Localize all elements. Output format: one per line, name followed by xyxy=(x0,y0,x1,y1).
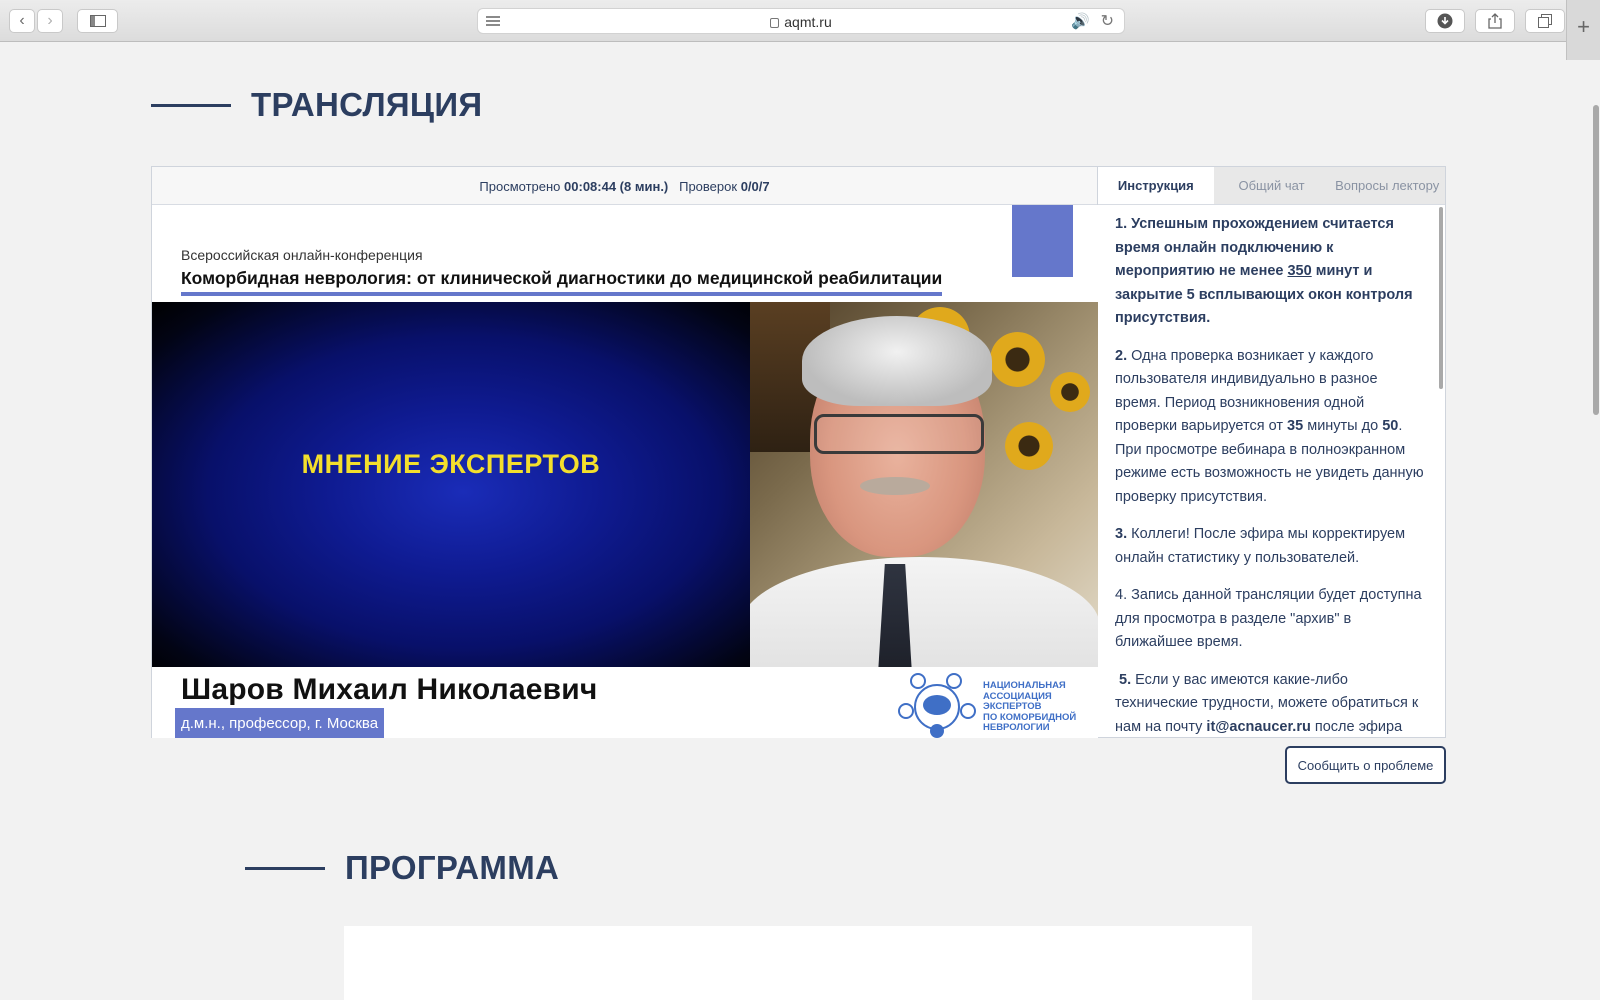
scrollbar-thumb[interactable] xyxy=(1593,105,1599,415)
video-header: Всероссийская онлайн-конференция Коморби… xyxy=(152,205,1098,302)
chevron-right-icon: › xyxy=(47,12,53,29)
sunflower xyxy=(1050,372,1090,412)
speaker-name: Шаров Михаил Николаевич xyxy=(181,673,598,706)
program-section-heading: ПРОГРАММА xyxy=(245,849,559,887)
download-icon xyxy=(1437,13,1453,29)
heading-rule xyxy=(245,866,325,870)
association-logo: НАЦИОНАЛЬНАЯ АССОЦИАЦИЯ ЭКСПЕРТОВ ПО КОМ… xyxy=(898,671,1094,738)
heading-rule xyxy=(151,103,231,107)
speaker-glasses xyxy=(814,414,984,454)
back-button[interactable]: ‹ xyxy=(9,9,35,33)
conference-subtitle: Всероссийская онлайн-конференция xyxy=(181,247,423,263)
conference-title: Коморбидная неврология: от клинической д… xyxy=(181,268,943,296)
broadcast-section-heading: ТРАНСЛЯЦИЯ xyxy=(151,86,482,124)
sidebar-toggle-button[interactable] xyxy=(77,9,118,33)
video-frame[interactable]: Всероссийская онлайн-конференция Коморби… xyxy=(152,205,1098,738)
address-bar[interactable]: aqmt.ru 🔊 ↻ xyxy=(477,8,1125,34)
speaker-camera xyxy=(750,302,1098,667)
tabs-overview-icon xyxy=(1538,14,1552,28)
program-content xyxy=(344,926,1252,1000)
forward-button[interactable]: › xyxy=(37,9,63,33)
plus-icon: + xyxy=(1577,14,1590,39)
lock-icon xyxy=(770,18,780,28)
browser-toolbar: ‹ › aqmt.ru 🔊 ↻ xyxy=(0,0,1600,42)
downloads-button[interactable] xyxy=(1425,9,1465,33)
instructions-text: 1. Успешным прохождением считается время… xyxy=(1098,205,1438,738)
report-problem-button[interactable]: Сообщить о проблеме xyxy=(1285,746,1446,784)
speaker-hair xyxy=(802,316,992,406)
video-player: Просмотрено 00:08:44 (8 мин.) Проверок 0… xyxy=(151,166,1098,738)
checks-value: 0/0/7 xyxy=(740,179,770,194)
association-emblem-icon xyxy=(898,673,976,738)
speaker-mustache xyxy=(860,477,930,495)
speaker-caption: Шаров Михаил Николаевич д.м.н., профессо… xyxy=(152,667,1098,738)
tab-general-chat[interactable]: Общий чат xyxy=(1214,167,1330,204)
broadcast-title: ТРАНСЛЯЦИЯ xyxy=(251,86,483,123)
reload-icon[interactable]: ↻ xyxy=(1101,11,1114,31)
instruction-item: 2. Одна проверка возникает у каждого пол… xyxy=(1115,347,1424,505)
support-email-link[interactable]: it@acnaucer.ru xyxy=(1206,719,1310,735)
watched-value: 00:08:44 (8 мин.) xyxy=(564,179,669,194)
program-title: ПРОГРАММА xyxy=(345,849,560,886)
logo-text: НАЦИОНАЛЬНАЯ АССОЦИАЦИЯ ЭКСПЕРТОВ ПО КОМ… xyxy=(983,680,1093,734)
speaker-role: д.м.н., профессор, г. Москва xyxy=(175,708,385,738)
chevron-left-icon: ‹ xyxy=(19,12,25,29)
slide-text: МНЕНИЕ ЭКСПЕРТОВ xyxy=(301,449,601,479)
side-panel: Инструкция Общий чат Вопросы лектору 1. … xyxy=(1098,166,1446,738)
share-button[interactable] xyxy=(1475,9,1515,33)
sidebar-icon xyxy=(89,15,106,27)
side-scrollbar[interactable] xyxy=(1439,207,1443,389)
watch-stats: Просмотрено 00:08:44 (8 мин.) Проверок 0… xyxy=(152,167,1097,205)
tab-lecturer-questions[interactable]: Вопросы лектору xyxy=(1329,167,1445,204)
speaker-shirt xyxy=(750,557,1098,667)
instruction-item: 5. Если у вас имеются какие-либо техниче… xyxy=(1115,671,1419,735)
logo-line: НАЦИОНАЛЬНАЯ xyxy=(983,680,1066,691)
instruction-item: 1. Успешным прохождением считается время… xyxy=(1115,216,1413,326)
brand-square xyxy=(1012,205,1073,277)
url-text: aqmt.ru xyxy=(784,14,832,30)
tabs-button[interactable] xyxy=(1525,9,1565,33)
instruction-item: 4. Запись данной трансляции будет доступ… xyxy=(1115,587,1422,650)
tab-instruction[interactable]: Инструкция xyxy=(1098,167,1214,204)
new-tab-button[interactable]: + xyxy=(1566,0,1600,60)
speaker-icon[interactable]: 🔊 xyxy=(1071,12,1090,30)
instruction-item: 3. Коллеги! После эфира мы корректируем … xyxy=(1115,526,1406,566)
page-scrollbar[interactable] xyxy=(1592,60,1600,1000)
side-tabs: Инструкция Общий чат Вопросы лектору xyxy=(1098,167,1445,205)
logo-line: НЕВРОЛОГИИ xyxy=(983,722,1050,733)
presentation-slide: МНЕНИЕ ЭКСПЕРТОВ xyxy=(152,302,750,667)
watched-label: Просмотрено xyxy=(479,179,561,194)
share-icon xyxy=(1488,13,1502,29)
minutes-required: 350 xyxy=(1287,263,1312,279)
sunflower xyxy=(1005,422,1053,470)
logo-line: ЭКСПЕРТОВ xyxy=(983,701,1042,712)
sunflower xyxy=(990,332,1045,387)
checks-label: Проверок xyxy=(679,179,738,194)
